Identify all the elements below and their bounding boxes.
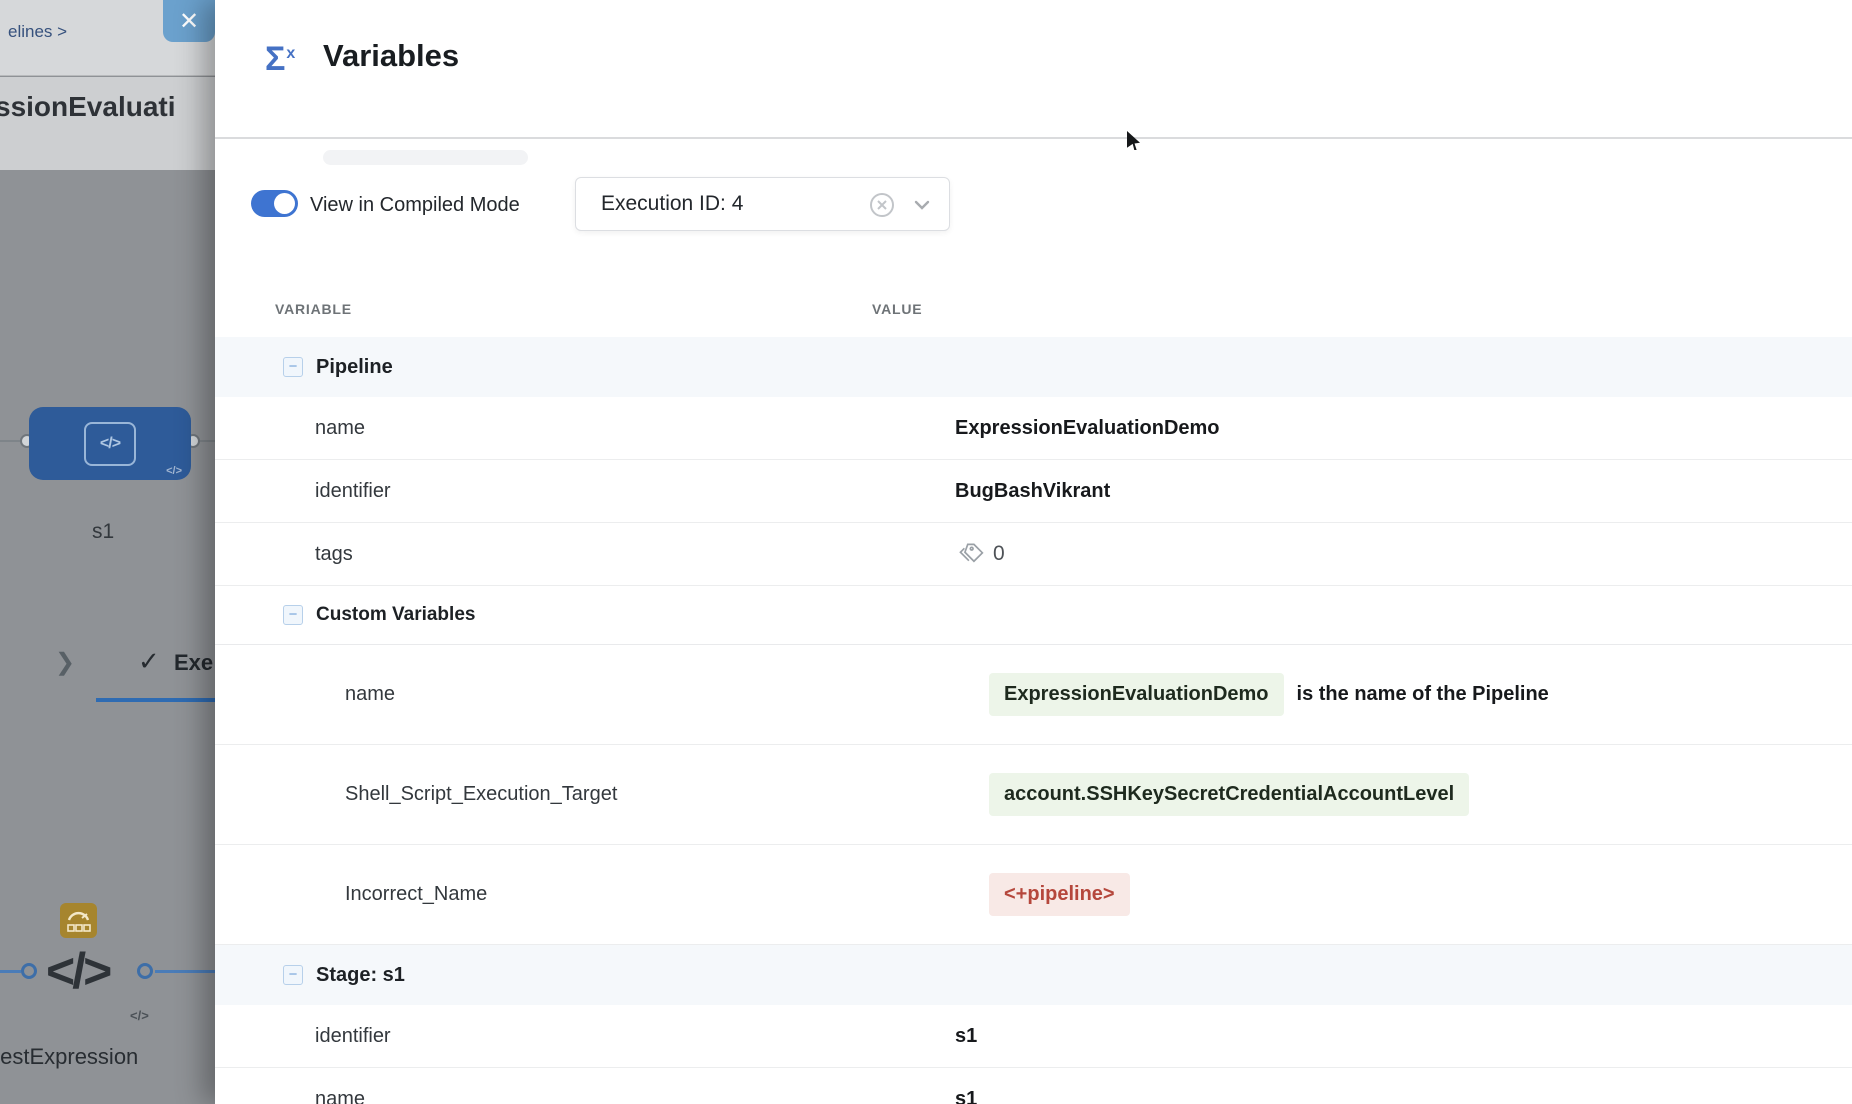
variables-table-body: −PipelinenameExpressionEvaluationDemoide… [215,337,1852,1104]
value-chip: <+pipeline> [989,873,1130,916]
collapse-icon[interactable]: − [283,965,303,985]
tag-icon [955,541,985,568]
panel-title: Variables [323,38,459,74]
screen: elines > ssionEvaluati </> </> s1 ❯ ✓ Ex… [0,0,1852,1104]
stage-node[interactable]: </> </> [29,407,191,480]
section-row: −Stage: s1 [215,945,1852,1005]
code-badge-icon: </> [130,1008,149,1023]
step-connector-line [0,970,21,973]
variable-value: <+pipeline> [955,873,1130,916]
shell-script-step-node[interactable]: </> [46,936,109,1006]
code-badge-icon: </> [166,465,182,477]
variable-value: account.SSHKeySecretCredentialAccountLev… [955,773,1469,816]
variable-row: tags0 [215,523,1852,586]
expand-chevron-icon[interactable]: ❯ [55,648,75,677]
variable-name: name [215,683,955,706]
variable-value: 0 [955,541,1005,568]
value-chip: ExpressionEvaluationDemo [989,673,1284,716]
collapse-icon[interactable]: − [283,605,303,625]
clear-selection-icon[interactable] [869,192,895,218]
toggle-knob [274,193,295,214]
column-header-variable: VARIABLE [215,301,872,317]
variable-name: identifier [215,480,955,503]
variable-name: name [215,417,955,440]
pipeline-canvas-dimmed: elines > ssionEvaluati </> </> s1 ❯ ✓ Ex… [0,0,215,1104]
execution-id-select[interactable]: Execution ID: 4 [575,177,950,231]
table-header: VARIABLE VALUE [215,280,1852,337]
variables-table: VARIABLE VALUE −PipelinenameExpressionEv… [215,280,1852,1104]
compiled-mode-toggle[interactable] [251,190,298,217]
gauge-step-icon [60,903,97,938]
variable-row: names1 [215,1068,1852,1104]
variable-row: Shell_Script_Execution_Target account.SSH… [215,745,1852,845]
breadcrumb[interactable]: elines > [8,22,67,42]
variable-name: tags [215,543,955,566]
variable-value: ExpressionEvaluationDemo [955,417,1220,440]
section-row: −Pipeline [215,337,1852,397]
compiled-mode-toggle-label: View in Compiled Mode [310,194,520,217]
pipeline-title-bar: ssionEvaluati [0,77,215,170]
variable-value: ExpressionEvaluationDemo is the name of t… [955,673,1549,716]
section-title: Custom Variables [316,604,475,626]
variable-name: Shell_Script_Execution_Target [215,783,955,806]
tab-execution[interactable]: Exe [174,650,213,676]
tab-active-underline [96,698,215,702]
divider [215,137,1852,139]
stage-node-label: s1 [92,520,114,544]
value-chip: account.SSHKeySecretCredentialAccountLev… [989,773,1469,816]
variable-name: identifier [215,1025,955,1048]
step-connector-dot [21,963,37,979]
column-header-value: VALUE [872,301,922,317]
section-row: −Custom Variables [215,586,1852,645]
loading-shimmer [323,150,528,165]
execution-id-value: Execution ID: 4 [601,192,743,216]
close-button[interactable]: ✕ [163,0,215,42]
variable-value: s1 [955,1025,977,1048]
collapse-icon[interactable]: − [283,357,303,377]
variable-value: BugBashVikrant [955,480,1110,503]
variable-row: Incorrect_Name <+pipeline> [215,845,1852,945]
variable-row: nameExpressionEvaluationDemo [215,397,1852,460]
value-suffix: is the name of the Pipeline [1297,683,1549,706]
step-connector-line [155,970,215,973]
custom-stage-icon: </> [84,422,136,466]
step-label: testExpression [0,1044,138,1070]
variable-name: name [215,1088,955,1104]
variable-row: identifierBugBashVikrant [215,460,1852,523]
close-icon: ✕ [179,7,199,36]
section-title: Pipeline [316,356,393,379]
step-connector-dot [137,963,153,979]
variable-value: s1 [955,1088,977,1104]
variable-name: Incorrect_Name [215,883,955,906]
pipeline-title: ssionEvaluati [0,91,176,123]
sigma-variables-icon: Σx [265,40,294,79]
variables-panel: Σx Variables View in Compiled Mode Execu… [215,0,1852,1104]
chevron-down-icon[interactable] [913,198,931,212]
check-icon: ✓ [138,646,160,677]
variable-row: name ExpressionEvaluationDemo is the name … [215,645,1852,745]
variable-row: identifiers1 [215,1005,1852,1068]
section-title: Stage: s1 [316,964,405,987]
